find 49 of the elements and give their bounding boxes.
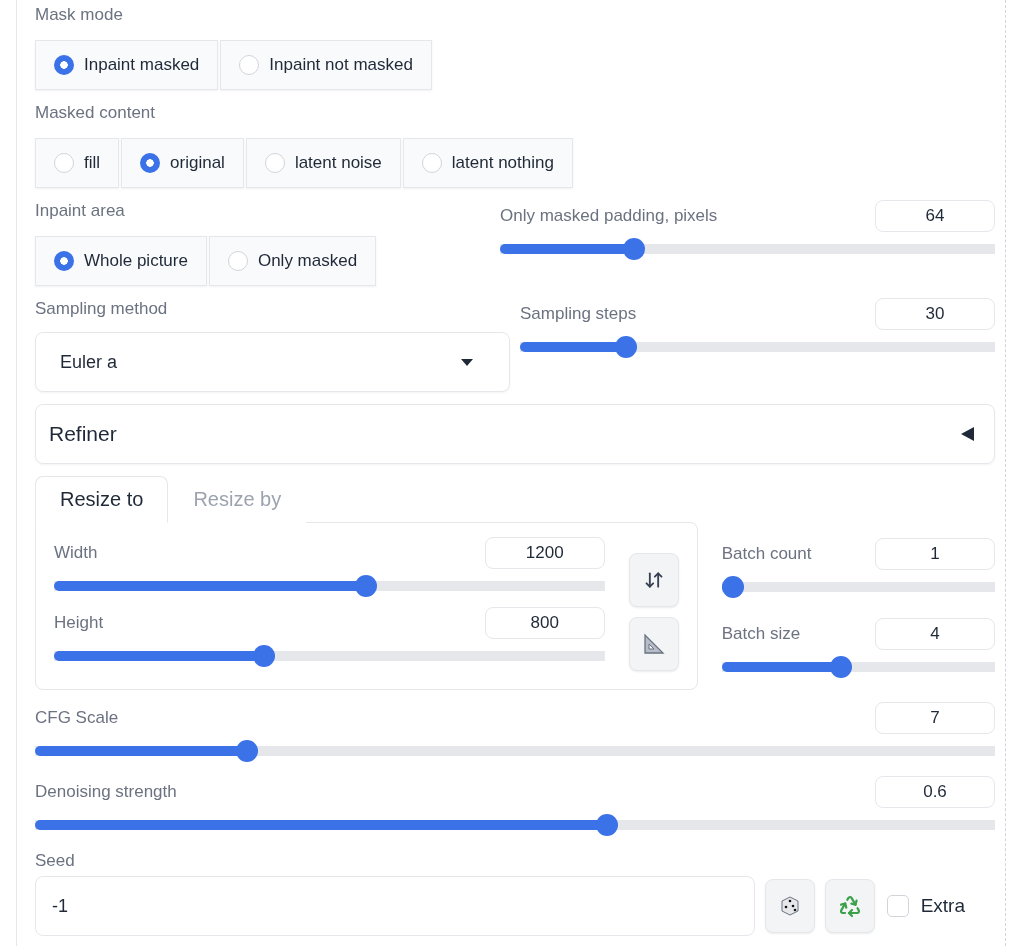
recycle-icon: [837, 894, 862, 918]
extra-checkbox[interactable]: Extra: [886, 895, 965, 917]
radio-option[interactable]: Inpaint masked: [35, 40, 219, 90]
slider-label: Batch count: [721, 543, 812, 565]
number-field[interactable]: 1: [875, 538, 995, 570]
group-label: Masked content: [35, 102, 156, 124]
field-label: Sampling method: [35, 298, 169, 320]
slider-label: Height: [54, 612, 104, 634]
radio-option[interactable]: Inpaint not masked: [220, 40, 432, 90]
seed-field[interactable]: -1: [35, 876, 755, 936]
group-label: Mask mode: [35, 4, 124, 26]
caret-icon: [461, 358, 473, 366]
number-field[interactable]: 800: [484, 607, 605, 639]
slider-thumb[interactable]: [355, 575, 378, 597]
slider-label: Sampling steps: [520, 303, 637, 325]
slider-thumb[interactable]: [615, 336, 638, 358]
radio-option[interactable]: latent noise: [245, 138, 401, 188]
group-label: Inpaint area: [35, 200, 126, 222]
slider-thumb[interactable]: [595, 814, 618, 836]
aspect-button[interactable]: [628, 617, 679, 671]
number-field[interactable]: 0.6: [875, 776, 995, 808]
slider-label: CFG Scale: [35, 707, 119, 729]
number-field[interactable]: 1200: [484, 537, 605, 569]
slider-label: Only masked padding, pixels: [500, 205, 718, 227]
slider-label: Batch size: [721, 623, 801, 645]
number-field[interactable]: 4: [875, 618, 995, 650]
radio-option[interactable]: original: [121, 138, 244, 188]
radio-option[interactable]: fill: [35, 138, 120, 188]
field-label: Seed: [35, 850, 76, 872]
number-field[interactable]: 64: [875, 200, 995, 232]
dropdown[interactable]: Euler a: [35, 332, 510, 392]
accordion-header[interactable]: Refiner: [35, 404, 995, 464]
swap-button[interactable]: [628, 553, 679, 607]
radio-option[interactable]: latent nothing: [402, 138, 573, 188]
number-field[interactable]: 30: [875, 298, 995, 330]
slider-thumb[interactable]: [252, 645, 275, 667]
reuse-button[interactable]: [824, 879, 875, 933]
slider-thumb[interactable]: [829, 656, 852, 678]
slider-thumb[interactable]: [622, 238, 645, 260]
number-field[interactable]: 7: [875, 702, 995, 734]
slider-label: Denoising strength: [35, 781, 177, 803]
radio-option[interactable]: Only masked: [208, 236, 377, 286]
radio-option[interactable]: Whole picture: [35, 236, 207, 286]
tab[interactable]: Resize to: [35, 476, 169, 523]
slider-thumb[interactable]: [721, 576, 744, 598]
triangle-ruler-icon: [641, 632, 666, 656]
swap-arrows-icon: [643, 570, 664, 590]
slider-label: Width: [54, 542, 98, 564]
slider-thumb[interactable]: [235, 740, 258, 762]
